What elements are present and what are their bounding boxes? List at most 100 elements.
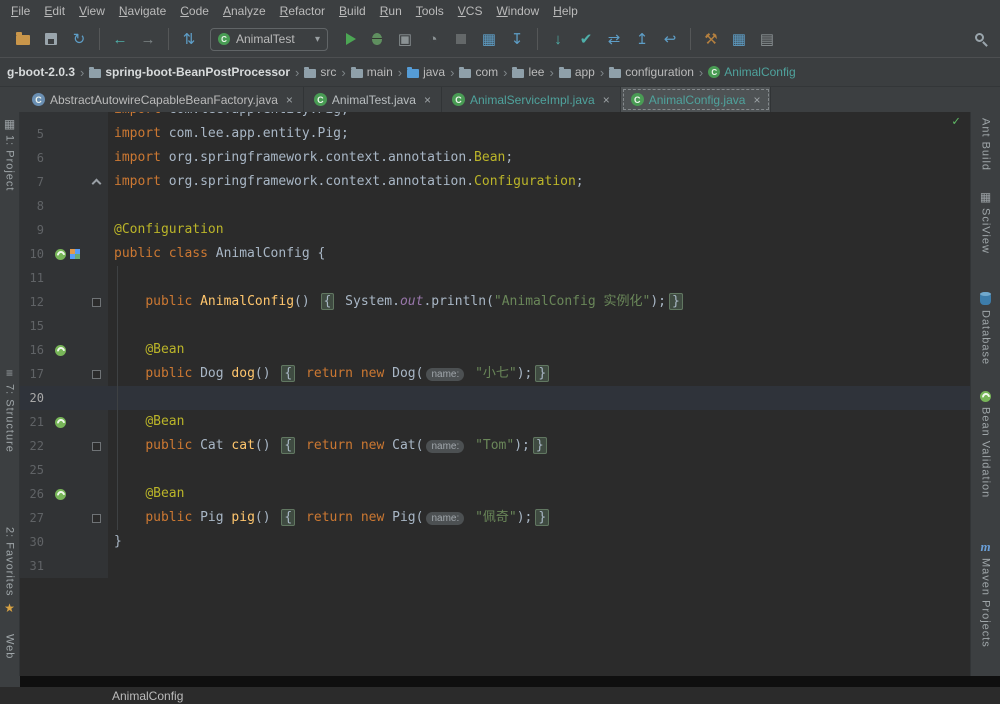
gutter[interactable]: 11 (20, 266, 108, 290)
code-text[interactable]: public Pig pig() { return new Pig(name: … (108, 506, 970, 530)
code-text[interactable] (108, 554, 970, 578)
gutter[interactable]: 5 (20, 122, 108, 146)
gutter[interactable]: 9 (20, 218, 108, 242)
folded-region[interactable]: { (281, 509, 296, 526)
breadcrumb-com[interactable]: com (456, 63, 501, 81)
tool-window-button-bean-validation[interactable]: Bean Validation (980, 391, 992, 498)
folded-region[interactable]: { (320, 293, 335, 310)
code-line-17[interactable]: 17 public Dog dog() { return new Dog(nam… (20, 362, 970, 386)
code-line-21[interactable]: 21 @Bean (20, 410, 970, 434)
menu-help[interactable]: Help (546, 2, 585, 20)
menu-run[interactable]: Run (373, 2, 409, 20)
breadcrumb-src[interactable]: src (301, 63, 339, 81)
menu-edit[interactable]: Edit (37, 2, 72, 20)
menu-window[interactable]: Window (489, 2, 546, 20)
gutter[interactable]: 15 (20, 314, 108, 338)
gutter[interactable]: 20 (20, 386, 108, 410)
code-line-20[interactable]: 20 (20, 386, 970, 410)
gutter[interactable]: 22 (20, 434, 108, 458)
line-number[interactable]: 31 (20, 554, 44, 578)
line-number[interactable]: 16 (20, 338, 44, 362)
fold-collapsed-icon[interactable] (91, 369, 101, 379)
code-line-8[interactable]: 8 (20, 194, 970, 218)
tool-window-button-1-project[interactable]: ▦ 1: Project (4, 118, 16, 191)
breadcrumb-main[interactable]: main (348, 63, 396, 81)
line-number[interactable]: 10 (20, 242, 44, 266)
status-breadcrumb[interactable]: AnimalConfig (112, 689, 183, 703)
code-line-25[interactable]: 25 (20, 458, 970, 482)
code-text[interactable]: import com.lee.app.entity.Pig; (108, 122, 970, 146)
gutter[interactable]: 17 (20, 362, 108, 386)
code-text[interactable]: public AnimalConfig() { System.out.print… (108, 290, 970, 314)
code-text[interactable]: public class AnimalConfig { (108, 242, 970, 266)
tab-animaltest-java[interactable]: C AnimalTest.java × (303, 87, 442, 112)
line-number[interactable]: 20 (20, 386, 44, 410)
code-line-5[interactable]: 5 import com.lee.app.entity.Pig; (20, 122, 970, 146)
menu-vcs[interactable]: VCS (451, 2, 490, 20)
fold-collapsed-icon[interactable] (91, 513, 101, 523)
gutter[interactable]: 6 (20, 146, 108, 170)
gutter[interactable]: 16 (20, 338, 108, 362)
line-number[interactable]: 7 (20, 170, 44, 194)
fold-collapsed-icon[interactable] (91, 297, 101, 307)
vcs-update-icon[interactable]: ↓ (545, 26, 571, 52)
tool-window-button-web[interactable]: Web (4, 634, 16, 659)
vcs-compare-icon[interactable]: ⇄ (601, 26, 627, 52)
sync-settings-icon[interactable]: ↧ (504, 26, 530, 52)
code-text[interactable] (108, 386, 970, 410)
code-text[interactable]: @Bean (108, 410, 970, 434)
code-text[interactable] (108, 194, 970, 218)
gutter[interactable]: 25 (20, 458, 108, 482)
gutter[interactable]: 12 (20, 290, 108, 314)
forward-icon[interactable]: → (135, 26, 161, 52)
spring-bean-icon[interactable] (55, 488, 66, 500)
tool-window-button-ant-build[interactable]: Ant Build (980, 118, 992, 171)
line-number[interactable]: 5 (20, 122, 44, 146)
fold-expand-icon[interactable] (91, 178, 101, 189)
code-line-11[interactable]: 11 (20, 266, 970, 290)
gutter[interactable]: 27 (20, 506, 108, 530)
tool-window-button-sciview[interactable]: ▦ SciView (980, 191, 992, 254)
code-line-26[interactable]: 26 @Bean (20, 482, 970, 506)
tab-close-icon[interactable]: × (603, 93, 610, 107)
debug-icon[interactable] (364, 26, 390, 52)
restore-layout-icon[interactable]: ▦ (476, 26, 502, 52)
profiler-icon[interactable]: ◔ (420, 26, 446, 52)
line-number[interactable]: 15 (20, 314, 44, 338)
line-number[interactable]: 30 (20, 530, 44, 554)
line-number[interactable]: 6 (20, 146, 44, 170)
breadcrumb-app[interactable]: app (556, 63, 598, 81)
menu-navigate[interactable]: Navigate (112, 2, 173, 20)
open-project-icon[interactable] (10, 26, 36, 52)
gutter[interactable]: 8 (20, 194, 108, 218)
tab-close-icon[interactable]: × (424, 93, 431, 107)
line-number[interactable]: 22 (20, 434, 44, 458)
menu-analyze[interactable]: Analyze (216, 2, 273, 20)
menu-code[interactable]: Code (173, 2, 216, 20)
folded-region[interactable]: { (281, 437, 296, 454)
vcs-push-icon[interactable]: ↥ (629, 26, 655, 52)
breadcrumb-configuration[interactable]: configuration (606, 63, 697, 81)
tab-abstractautowirecapablebeanfactory-java[interactable]: C AbstractAutowireCapableBeanFactory.java… (22, 87, 304, 112)
inspection-ok-icon[interactable]: ✓ (952, 115, 960, 128)
run-configuration-select[interactable]: C AnimalTest ▾ (210, 27, 328, 51)
code-line-12[interactable]: 12 public AnimalConfig() { System.out.pr… (20, 290, 970, 314)
menu-build[interactable]: Build (332, 2, 373, 20)
tab-close-icon[interactable]: × (286, 93, 293, 107)
line-number[interactable]: 27 (20, 506, 44, 530)
tool-window-button-7-structure[interactable]: ≡ 7: Structure (4, 367, 16, 453)
folded-region[interactable]: } (535, 365, 550, 382)
fold-collapsed-icon[interactable] (91, 441, 101, 451)
folded-region[interactable]: } (535, 509, 550, 526)
code-line-22[interactable]: 22 public Cat cat() { return new Cat(nam… (20, 434, 970, 458)
gutter[interactable]: 21 (20, 410, 108, 434)
back-icon[interactable]: ← (107, 26, 133, 52)
tab-animalserviceimpl-java[interactable]: C AnimalServiceImpl.java × (441, 87, 621, 112)
stop-icon[interactable] (448, 26, 474, 52)
breadcrumb-lee[interactable]: lee (509, 63, 547, 81)
line-number[interactable]: 26 (20, 482, 44, 506)
tool-window-button-database[interactable]: Database (980, 291, 992, 365)
menu-file[interactable]: File (4, 2, 37, 20)
line-number[interactable]: 11 (20, 266, 44, 290)
breadcrumb-spring-boot-beanpostprocessor[interactable]: spring-boot-BeanPostProcessor (86, 63, 293, 81)
